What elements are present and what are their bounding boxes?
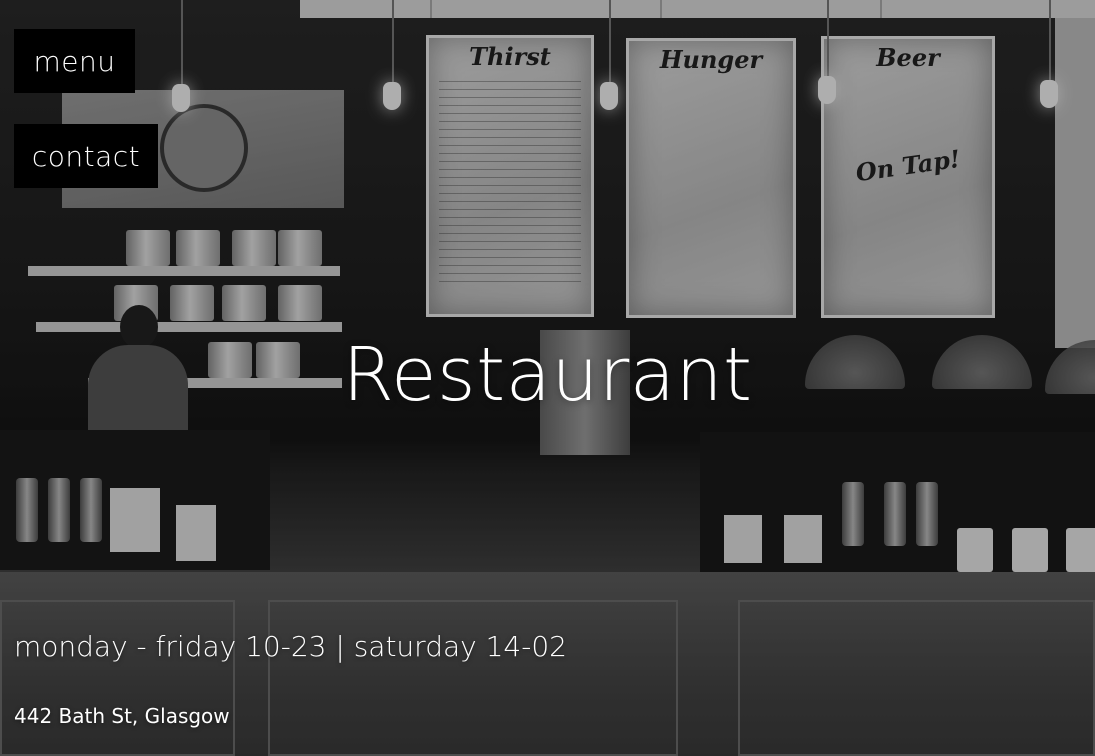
menu-button[interactable]: menu — [14, 29, 135, 93]
contact-button[interactable]: contact — [14, 124, 158, 188]
address: 442 Bath St, Glasgow — [14, 704, 230, 728]
page-title: Restaurant — [342, 332, 753, 418]
opening-hours: monday - friday 10-23 | saturday 14-02 — [14, 630, 567, 663]
